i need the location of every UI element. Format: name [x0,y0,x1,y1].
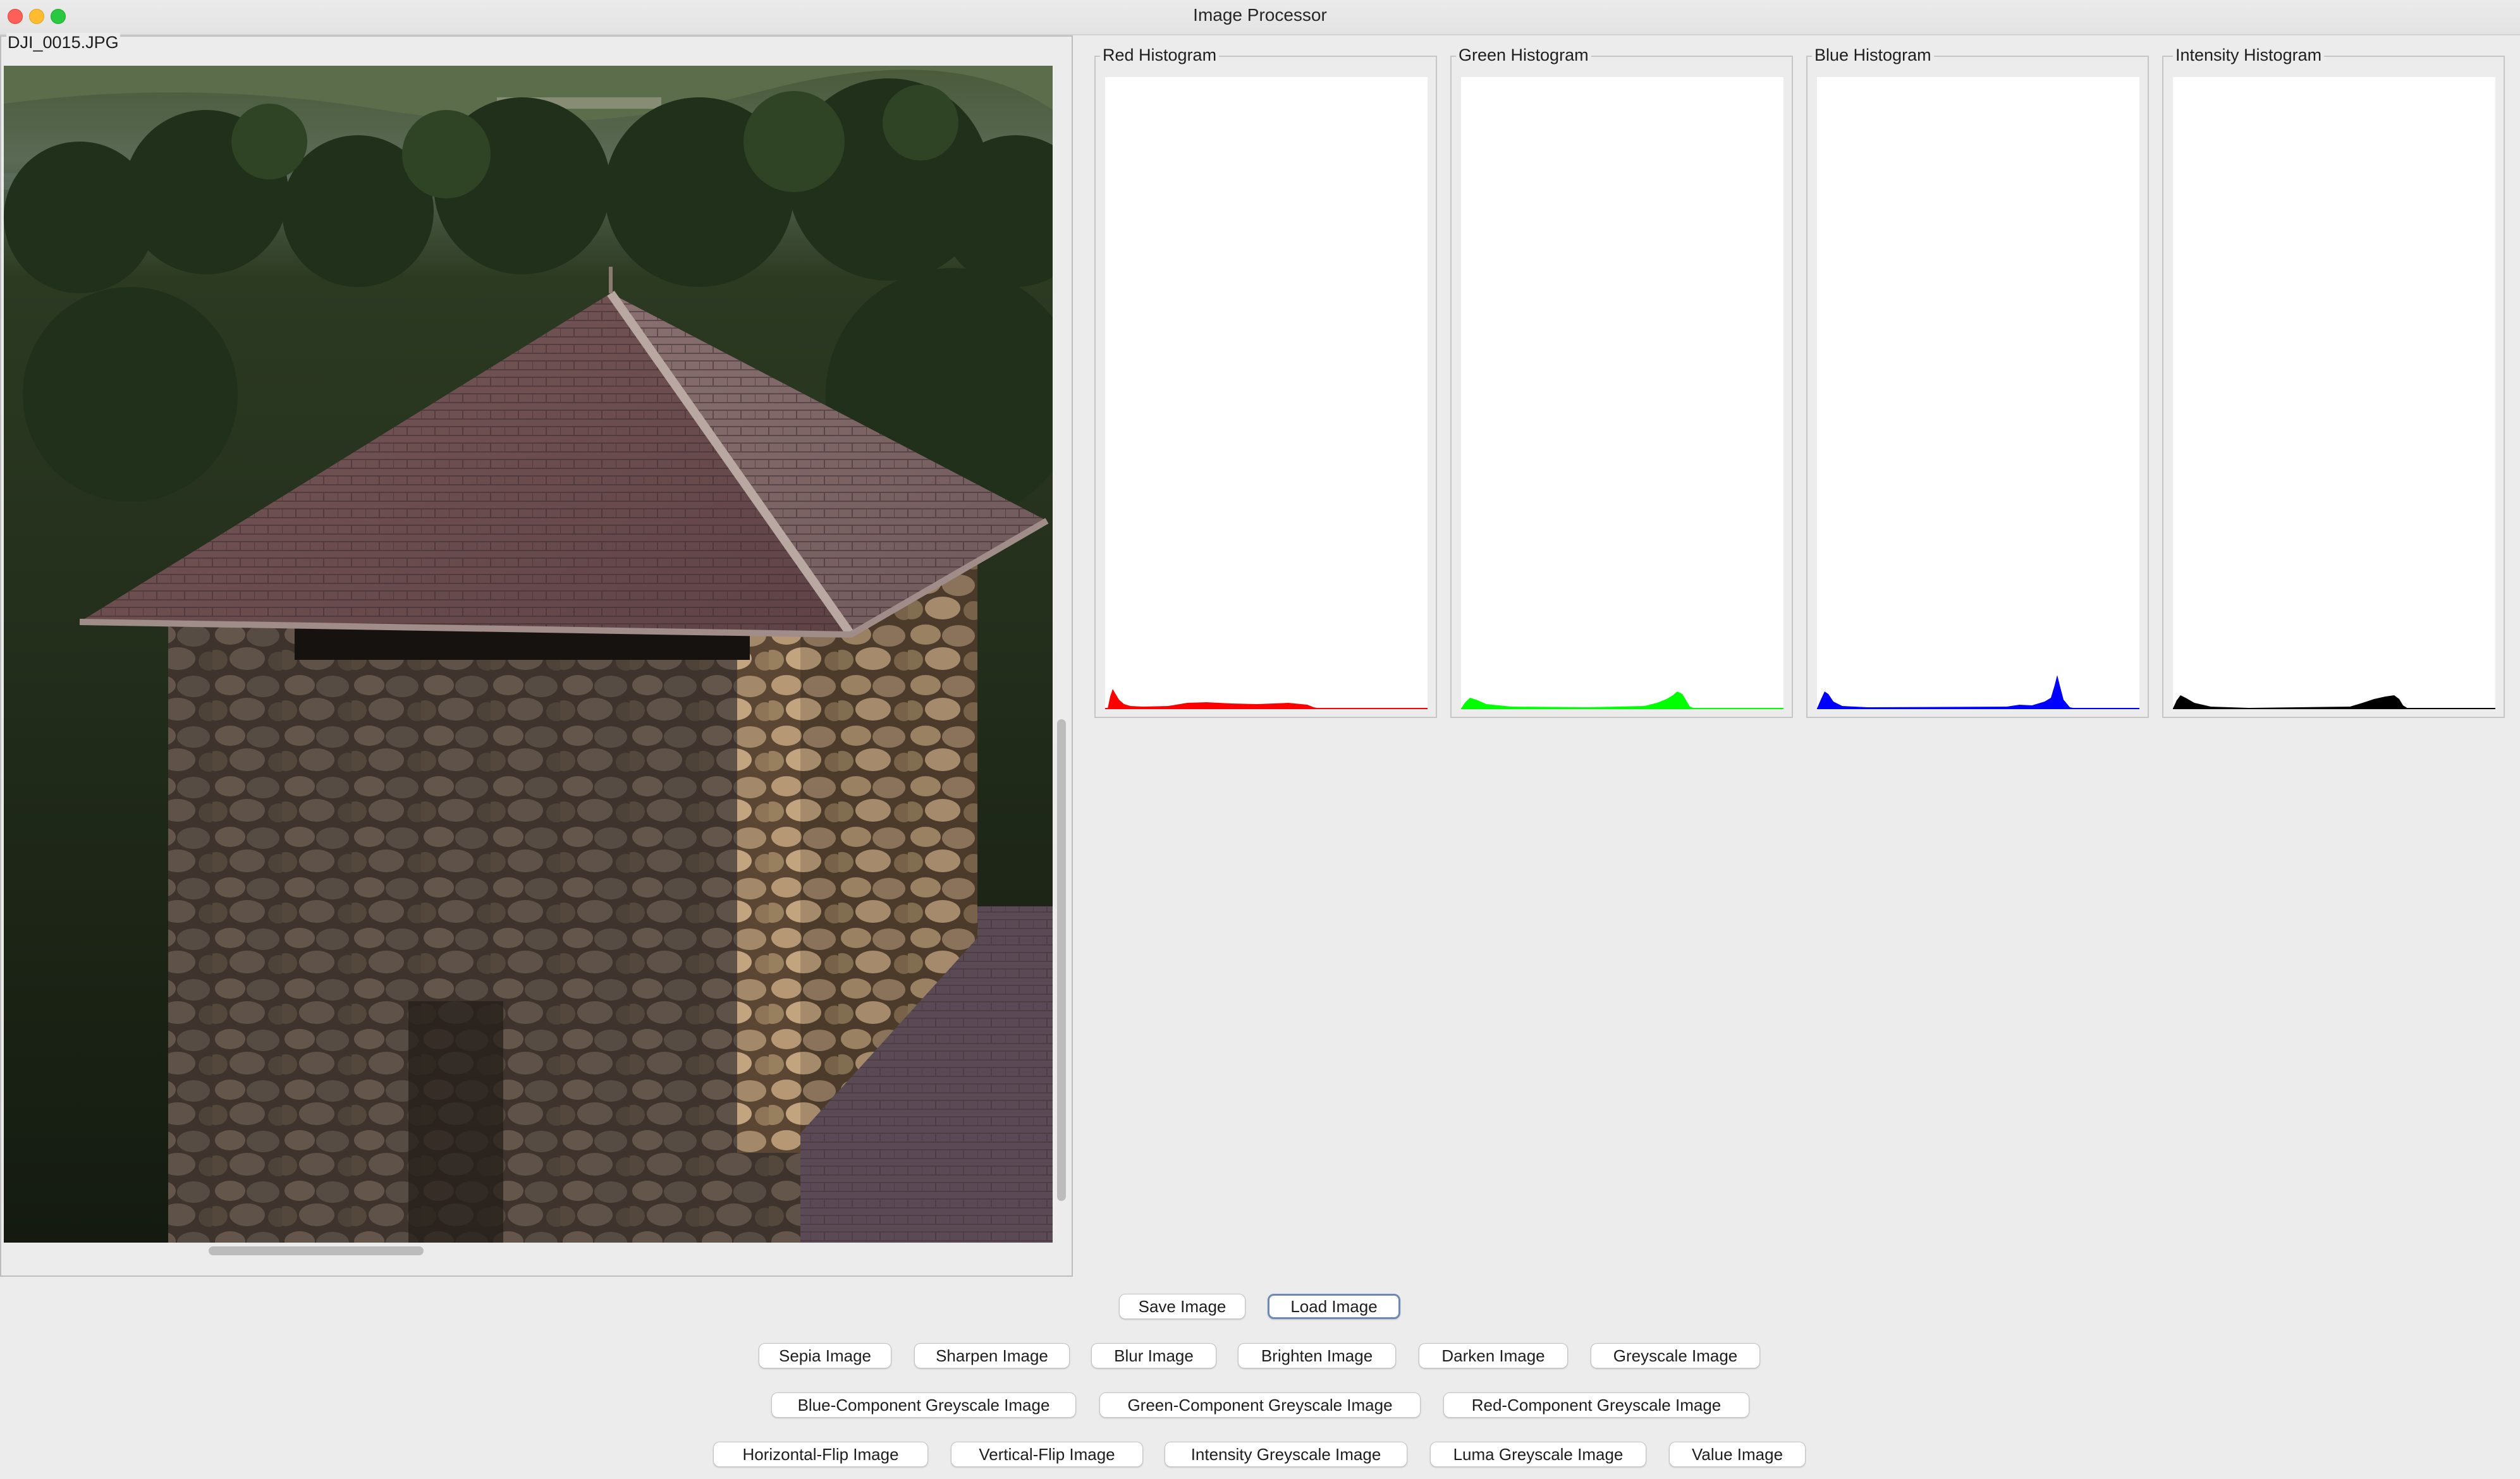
horizontal-scrollbar[interactable] [209,1246,424,1255]
intensity-histogram-panel [2162,56,2505,718]
green-histogram-title: Green Histogram [1456,46,1591,65]
blue-histogram-panel [1806,56,2149,718]
vertical-scrollbar[interactable] [1057,719,1066,1201]
red-histogram-title: Red Histogram [1100,46,1220,65]
load-image-button[interactable]: Load Image [1268,1294,1400,1319]
blue-histogram-plot [1817,77,2139,709]
tower-photo [4,66,1053,1243]
red-histogram-chart [1105,689,1428,709]
intensity-histogram-chart [2173,695,2495,709]
green-component-greyscale-button[interactable]: Green-Component Greyscale Image [1099,1392,1421,1418]
red-histogram-plot [1105,77,1428,709]
darken-image-button[interactable]: Darken Image [1419,1343,1568,1368]
greyscale-image-button[interactable]: Greyscale Image [1591,1343,1760,1368]
green-histogram-panel [1450,56,1793,718]
green-histogram-plot [1461,77,1783,709]
red-component-greyscale-button[interactable]: Red-Component Greyscale Image [1443,1392,1749,1418]
blue-histogram-title: Blue Histogram [1812,46,1934,65]
intensity-greyscale-image-button[interactable]: Intensity Greyscale Image [1165,1442,1407,1467]
value-image-button[interactable]: Value Image [1669,1442,1806,1467]
vertical-flip-image-button[interactable]: Vertical-Flip Image [951,1442,1143,1467]
red-histogram-panel [1094,56,1437,718]
luma-greyscale-image-button[interactable]: Luma Greyscale Image [1430,1442,1646,1467]
save-image-button[interactable]: Save Image [1119,1294,1245,1319]
horizontal-flip-image-button[interactable]: Horizontal-Flip Image [713,1442,928,1467]
intensity-histogram-plot [2173,77,2495,709]
sepia-image-button[interactable]: Sepia Image [759,1343,891,1368]
intensity-histogram-title: Intensity Histogram [2173,46,2325,65]
blue-component-greyscale-button[interactable]: Blue-Component Greyscale Image [771,1392,1076,1418]
green-histogram-chart [1461,691,1783,709]
sharpen-image-button[interactable]: Sharpen Image [914,1343,1070,1368]
image-preview [4,66,1053,1243]
blue-histogram-chart [1817,675,2139,709]
blur-image-button[interactable]: Blur Image [1091,1343,1216,1368]
title-bar: Image Processor [0,0,2520,35]
image-filename-label: DJI_0015.JPG [6,33,120,52]
window-title: Image Processor [1193,5,1327,25]
brighten-image-button[interactable]: Brighten Image [1238,1343,1396,1368]
